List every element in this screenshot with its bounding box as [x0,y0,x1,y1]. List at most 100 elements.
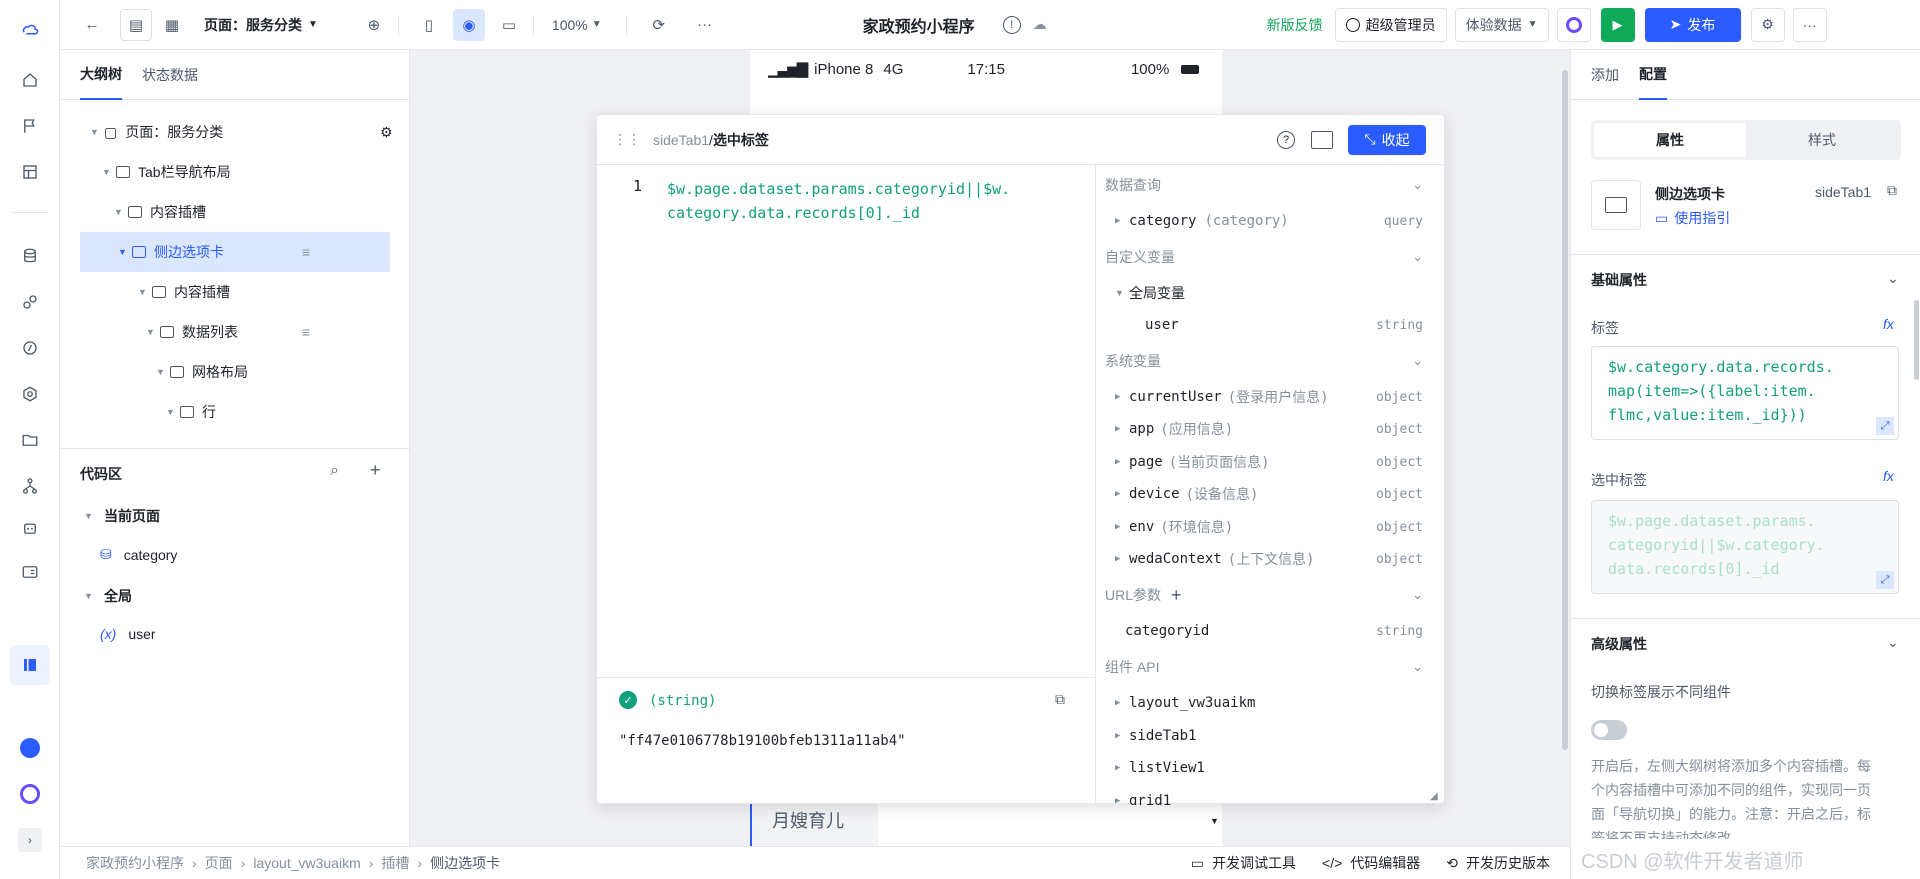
zoom-selector[interactable]: 100% ▼ [552,17,602,33]
code-item-category[interactable]: ⛁ category [100,546,177,563]
breadcrumb-item[interactable]: layout_vw3uaikm [253,855,360,871]
assistant-icon[interactable] [20,784,40,804]
panel-toggle-icon[interactable] [1311,130,1333,149]
chevron-down-icon[interactable]: ⌄ [1887,634,1899,651]
breadcrumb-parent[interactable]: sideTab1 [653,132,709,148]
section-data-query[interactable]: 数据查询 ⌄ [1105,169,1435,201]
section-system-vars[interactable]: 系统变量 ⌄ [1105,345,1435,377]
ai-assistant-button[interactable] [1556,7,1591,42]
code-editor[interactable]: 1 $w.page.dataset.params.categoryid||$w.… [597,165,1095,677]
more-icon[interactable]: ··· [689,9,721,41]
cloud-sync-icon[interactable]: ☁ [1033,16,1047,33]
mobile-device-icon[interactable]: ▯ [413,9,445,41]
api-grid[interactable]: ▶ grid1 [1105,785,1435,805]
breadcrumb-item[interactable]: 侧边选项卡 [430,853,500,873]
tree-node-grid-layout[interactable]: ▼ 网格布局 [80,352,390,392]
var-user[interactable]: user string [1105,309,1435,341]
section-custom-vars[interactable]: 自定义变量 ⌄ [1105,241,1435,273]
seg-styles[interactable]: 样式 [1746,123,1898,157]
expand-rail-icon[interactable]: › [18,828,42,852]
guide-link[interactable]: ▭ 使用指引 [1655,208,1730,228]
expand-editor-icon[interactable]: ⤢ [1876,571,1894,589]
more-menu-icon[interactable]: ··· [1792,7,1827,42]
code-item-user[interactable]: (x) user [100,626,156,642]
miniprogram-device-icon[interactable]: ◉ [452,8,485,41]
info-icon[interactable]: ! [1002,15,1021,34]
copy-icon[interactable]: ⧉ [1055,691,1065,708]
fx-icon[interactable]: fx [1883,468,1894,484]
section-url-params[interactable]: URL参数 + ⌄ [1105,579,1435,611]
user-avatar-icon[interactable] [20,738,40,758]
toggle-switch[interactable] [1591,720,1627,740]
label-expression-box[interactable]: $w.category.data.records. map(item=>({la… [1591,346,1899,440]
copy-icon[interactable]: ⧉ [1887,182,1897,199]
folder-icon[interactable] [18,428,42,452]
publish-button[interactable]: ➤ 发布 [1644,7,1741,42]
var-weda-context[interactable]: ▶ wedaContext (上下文信息) object [1105,543,1435,575]
add-icon[interactable]: + [370,460,381,481]
tree-node-row[interactable]: ▼ 行 [80,392,390,432]
add-icon[interactable]: + [1171,585,1182,606]
collapse-button[interactable]: ⤡ 收起 [1348,124,1426,155]
add-page-icon[interactable]: ⊕ [358,9,390,41]
admin-button[interactable]: 超级管理员 [1334,7,1447,42]
code-editor-button[interactable]: 代码编辑器 [1350,853,1420,873]
tab-outline-tree[interactable]: 大纲树 [80,50,122,100]
robot-icon[interactable] [18,516,42,540]
tree-node-content-slot-2[interactable]: ▼ 内容插槽 [80,272,390,312]
breadcrumb-item[interactable]: 插槽 [381,853,409,873]
help-icon[interactable]: ? [1277,130,1295,149]
database-icon[interactable] [18,244,42,268]
feedback-link[interactable]: 新版反馈 [1267,15,1323,35]
home-icon[interactable] [18,68,42,92]
code-group-current-page[interactable]: ▼ 当前页面 [84,506,160,526]
id-card-icon[interactable] [18,560,42,584]
data-mode-selector[interactable]: 体验数据 ▼ [1454,7,1549,42]
refresh-icon[interactable]: ⟳ [643,9,675,41]
var-env[interactable]: ▶ env (环境信息) object [1105,511,1435,543]
search-icon[interactable]: ⌕ [330,462,339,480]
history-button[interactable]: 开发历史版本 [1466,853,1550,873]
flow-icon[interactable] [18,474,42,498]
tree-node-side-tab[interactable]: ▼ 侧边选项卡 ≡ [80,232,390,272]
tree-node-content-slot[interactable]: ▼ 内容插槽 [80,192,390,232]
breadcrumb-item[interactable]: 家政预约小程序 [86,853,184,873]
page-editor-icon[interactable] [10,645,50,685]
section-component-api[interactable]: 组件 API ⌄ [1105,651,1435,683]
var-categoryid[interactable]: categoryid string [1105,615,1435,647]
tree-node-page[interactable]: ▼ ▢ 页面：服务分类 ⚙ ⌕ [80,112,420,152]
var-group-global[interactable]: ▼ 全局变量 [1105,277,1435,309]
settings-icon[interactable]: ⚙ [1750,7,1785,42]
breadcrumb-item[interactable]: 页面 [205,853,233,873]
var-app[interactable]: ▶ app (应用信息) object [1105,413,1435,445]
fx-icon[interactable]: fx [1883,316,1894,332]
scroll-down-icon[interactable]: ▼ [1210,816,1219,826]
run-button[interactable]: ▶ [1600,7,1635,42]
drag-handle-icon[interactable]: ⋮⋮ [613,131,641,148]
flag-icon[interactable] [18,114,42,138]
resize-handle-icon[interactable]: ◢ [1430,791,1438,802]
expand-editor-icon[interactable]: ⤢ [1876,417,1894,435]
api-side-tab[interactable]: ▶ sideTab1 [1105,720,1435,752]
dev-tools-button[interactable]: 开发调试工具 [1212,853,1296,873]
link-icon[interactable] [18,290,42,314]
back-arrow-icon[interactable]: ← [76,9,108,41]
page-list-icon[interactable]: ▤ [120,8,152,41]
panel-scrollbar[interactable] [1914,300,1919,380]
settings-icon[interactable]: ⚙ [380,124,393,141]
var-category[interactable]: ▶ category (category) query [1105,205,1435,237]
canvas-scrollbar[interactable] [1562,70,1568,750]
selected-label-expression-box[interactable]: $w.page.dataset.params. categoryid||$w.c… [1591,500,1899,594]
api-list-view[interactable]: ▶ listView1 [1105,752,1435,784]
tree-node-data-list[interactable]: ▼ 数据列表 ≡ [80,312,390,352]
page-selector[interactable]: 页面：服务分类 ▼ [204,15,318,35]
seg-properties[interactable]: 属性 [1594,123,1746,157]
chevron-down-icon[interactable]: ⌄ [1887,270,1899,287]
tab-add[interactable]: 添加 [1591,50,1619,100]
var-page[interactable]: ▶ page (当前页面信息) object [1105,446,1435,478]
tab-config[interactable]: 配置 [1639,50,1667,100]
var-device[interactable]: ▶ device (设备信息) object [1105,478,1435,510]
desktop-device-icon[interactable]: ▭ [493,9,525,41]
layout-icon[interactable] [18,160,42,184]
compass-icon[interactable] [18,336,42,360]
